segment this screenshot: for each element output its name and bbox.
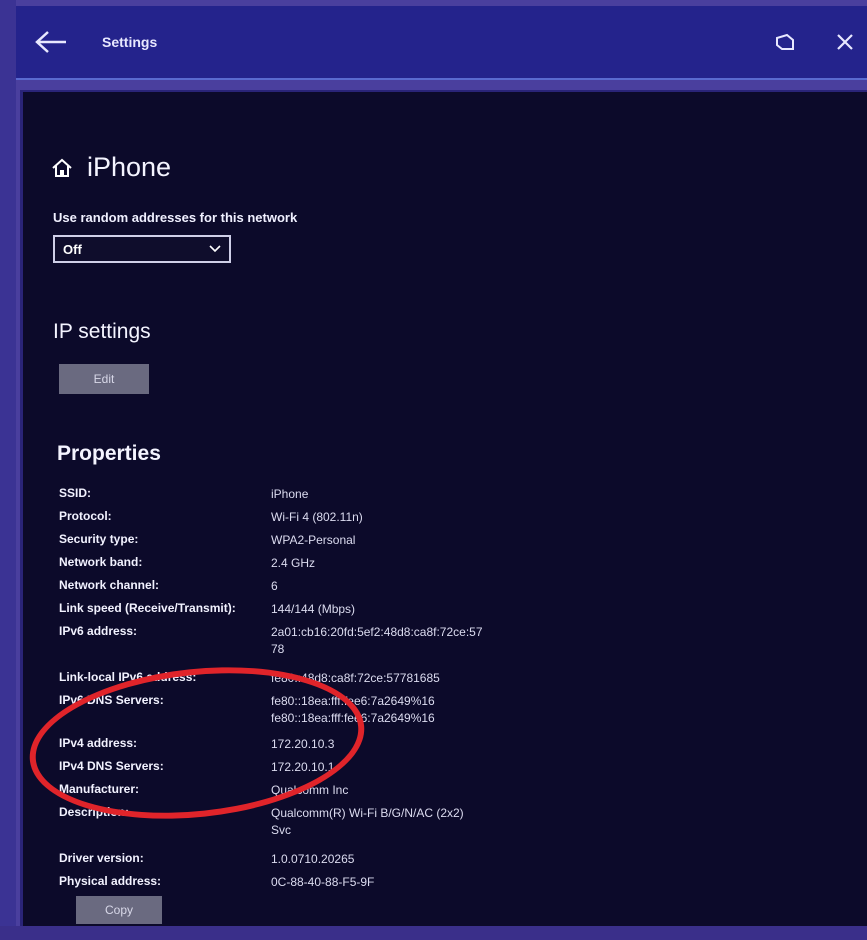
property-value: iPhone: [271, 487, 309, 501]
property-key: Network band:: [59, 555, 143, 569]
property-key: IPv4 DNS Servers:: [59, 759, 164, 773]
property-key: Link speed (Receive/Transmit):: [59, 601, 236, 615]
back-arrow-icon: [35, 31, 66, 53]
property-row-ipv6-address: IPv6 address: 2a01:cb16:20fd:5ef2:48d8:c…: [59, 624, 483, 658]
dropdown-value: Off: [63, 241, 82, 257]
property-key: Manufacturer:: [59, 782, 140, 796]
page-header: iPhone: [51, 152, 171, 183]
properties-heading: Properties: [57, 442, 161, 465]
property-row-driver-version: Driver version: 1.0.0710.20265: [59, 851, 354, 868]
property-key: SSID:: [59, 486, 92, 500]
screen-bezel: [0, 0, 16, 940]
property-value: Qualcomm(R) Wi-Fi B/G/N/AC (2x2) Svc: [271, 805, 464, 839]
property-key: IPv6 DNS Servers:: [59, 693, 164, 707]
home-icon: [52, 158, 72, 177]
property-value-line: Svc: [271, 823, 292, 837]
property-value: Qualcomm Inc: [271, 783, 349, 797]
property-key: Description:: [59, 805, 130, 819]
property-value: Wi-Fi 4 (802.11n): [271, 510, 363, 524]
screen-bezel-bottom: [0, 926, 867, 940]
property-value-line: fe80::18ea:fff:fee6:7a2649%16: [271, 694, 435, 708]
property-row-network-channel: Network channel: 6: [59, 578, 278, 595]
close-icon: [837, 34, 853, 50]
property-row-ipv4-dns: IPv4 DNS Servers: 172.20.10.1: [59, 759, 334, 776]
property-value: 144/144 (Mbps): [271, 602, 356, 616]
property-row-security-type: Security type: WPA2-Personal: [59, 532, 355, 549]
property-key: Link-local IPv6 address:: [59, 670, 197, 684]
property-key: IPv6 address:: [59, 624, 138, 638]
property-value: 6: [271, 579, 278, 593]
property-row-description: Description: Qualcomm(R) Wi-Fi B/G/N/AC …: [59, 805, 464, 839]
page-title: iPhone: [87, 152, 172, 182]
property-value: 2a01:cb16:20fd:5ef2:48d8:ca8f:72ce:57 78: [271, 624, 483, 658]
restore-button[interactable]: [755, 6, 815, 78]
property-value-line: Qualcomm(R) Wi-Fi B/G/N/AC (2x2): [271, 806, 464, 820]
title-bar: Settings: [16, 6, 867, 80]
property-value: fe80::18ea:fff:fee6:7a2649%16 fe80::18ea…: [271, 693, 435, 727]
settings-content: iPhone Use random addresses for this net…: [20, 90, 867, 928]
edit-button[interactable]: Edit: [59, 364, 149, 394]
property-key: Driver version:: [59, 851, 144, 865]
chevron-down-icon: [209, 245, 221, 253]
property-value: 2.4 GHz: [271, 556, 316, 570]
random-addresses-label: Use random addresses for this network: [53, 210, 298, 225]
property-value: 1.0.0710.20265: [271, 852, 355, 866]
property-value-line: 78: [271, 642, 285, 656]
property-value: fe80::48d8:ca8f:72ce:57781685: [271, 671, 440, 685]
back-button[interactable]: [16, 6, 86, 78]
property-key: IPv4 address:: [59, 736, 138, 750]
random-addresses-dropdown[interactable]: Off: [53, 235, 231, 263]
property-key: Security type:: [59, 532, 139, 546]
property-value-line: fe80::18ea:fff:fee6:7a2649%16: [271, 711, 435, 725]
ip-settings-heading: IP settings: [53, 320, 151, 343]
property-row-ssid: SSID: iPhone: [59, 486, 308, 503]
property-row-ipv6-dns: IPv6 DNS Servers: fe80::18ea:fff:fee6:7a…: [59, 693, 435, 727]
property-row-manufacturer: Manufacturer: Qualcomm Inc: [59, 782, 348, 799]
copy-button[interactable]: Copy: [76, 896, 162, 924]
property-value: 172.20.10.1: [271, 760, 335, 774]
property-row-link-speed: Link speed (Receive/Transmit): 144/144 (…: [59, 601, 355, 618]
property-row-network-band: Network band: 2.4 GHz: [59, 555, 315, 572]
property-value: WPA2-Personal: [271, 533, 356, 547]
close-button[interactable]: [815, 6, 867, 78]
property-row-protocol: Protocol: Wi-Fi 4 (802.11n): [59, 509, 363, 526]
property-row-link-local-ipv6: Link-local IPv6 address: fe80::48d8:ca8f…: [59, 670, 440, 687]
property-value-line: 2a01:cb16:20fd:5ef2:48d8:ca8f:72ce:57: [271, 625, 483, 639]
property-value: 0C-88-40-88-F5-9F: [271, 875, 375, 889]
app-title: Settings: [102, 34, 158, 50]
property-key: Physical address:: [59, 874, 162, 888]
property-row-ipv4-address: IPv4 address: 172.20.10.3: [59, 736, 334, 753]
property-key: Network channel:: [59, 578, 160, 592]
property-key: Protocol:: [59, 509, 112, 523]
property-value: 172.20.10.3: [271, 737, 335, 751]
restore-icon: [776, 33, 794, 50]
property-row-physical-address: Physical address: 0C-88-40-88-F5-9F: [59, 874, 374, 891]
